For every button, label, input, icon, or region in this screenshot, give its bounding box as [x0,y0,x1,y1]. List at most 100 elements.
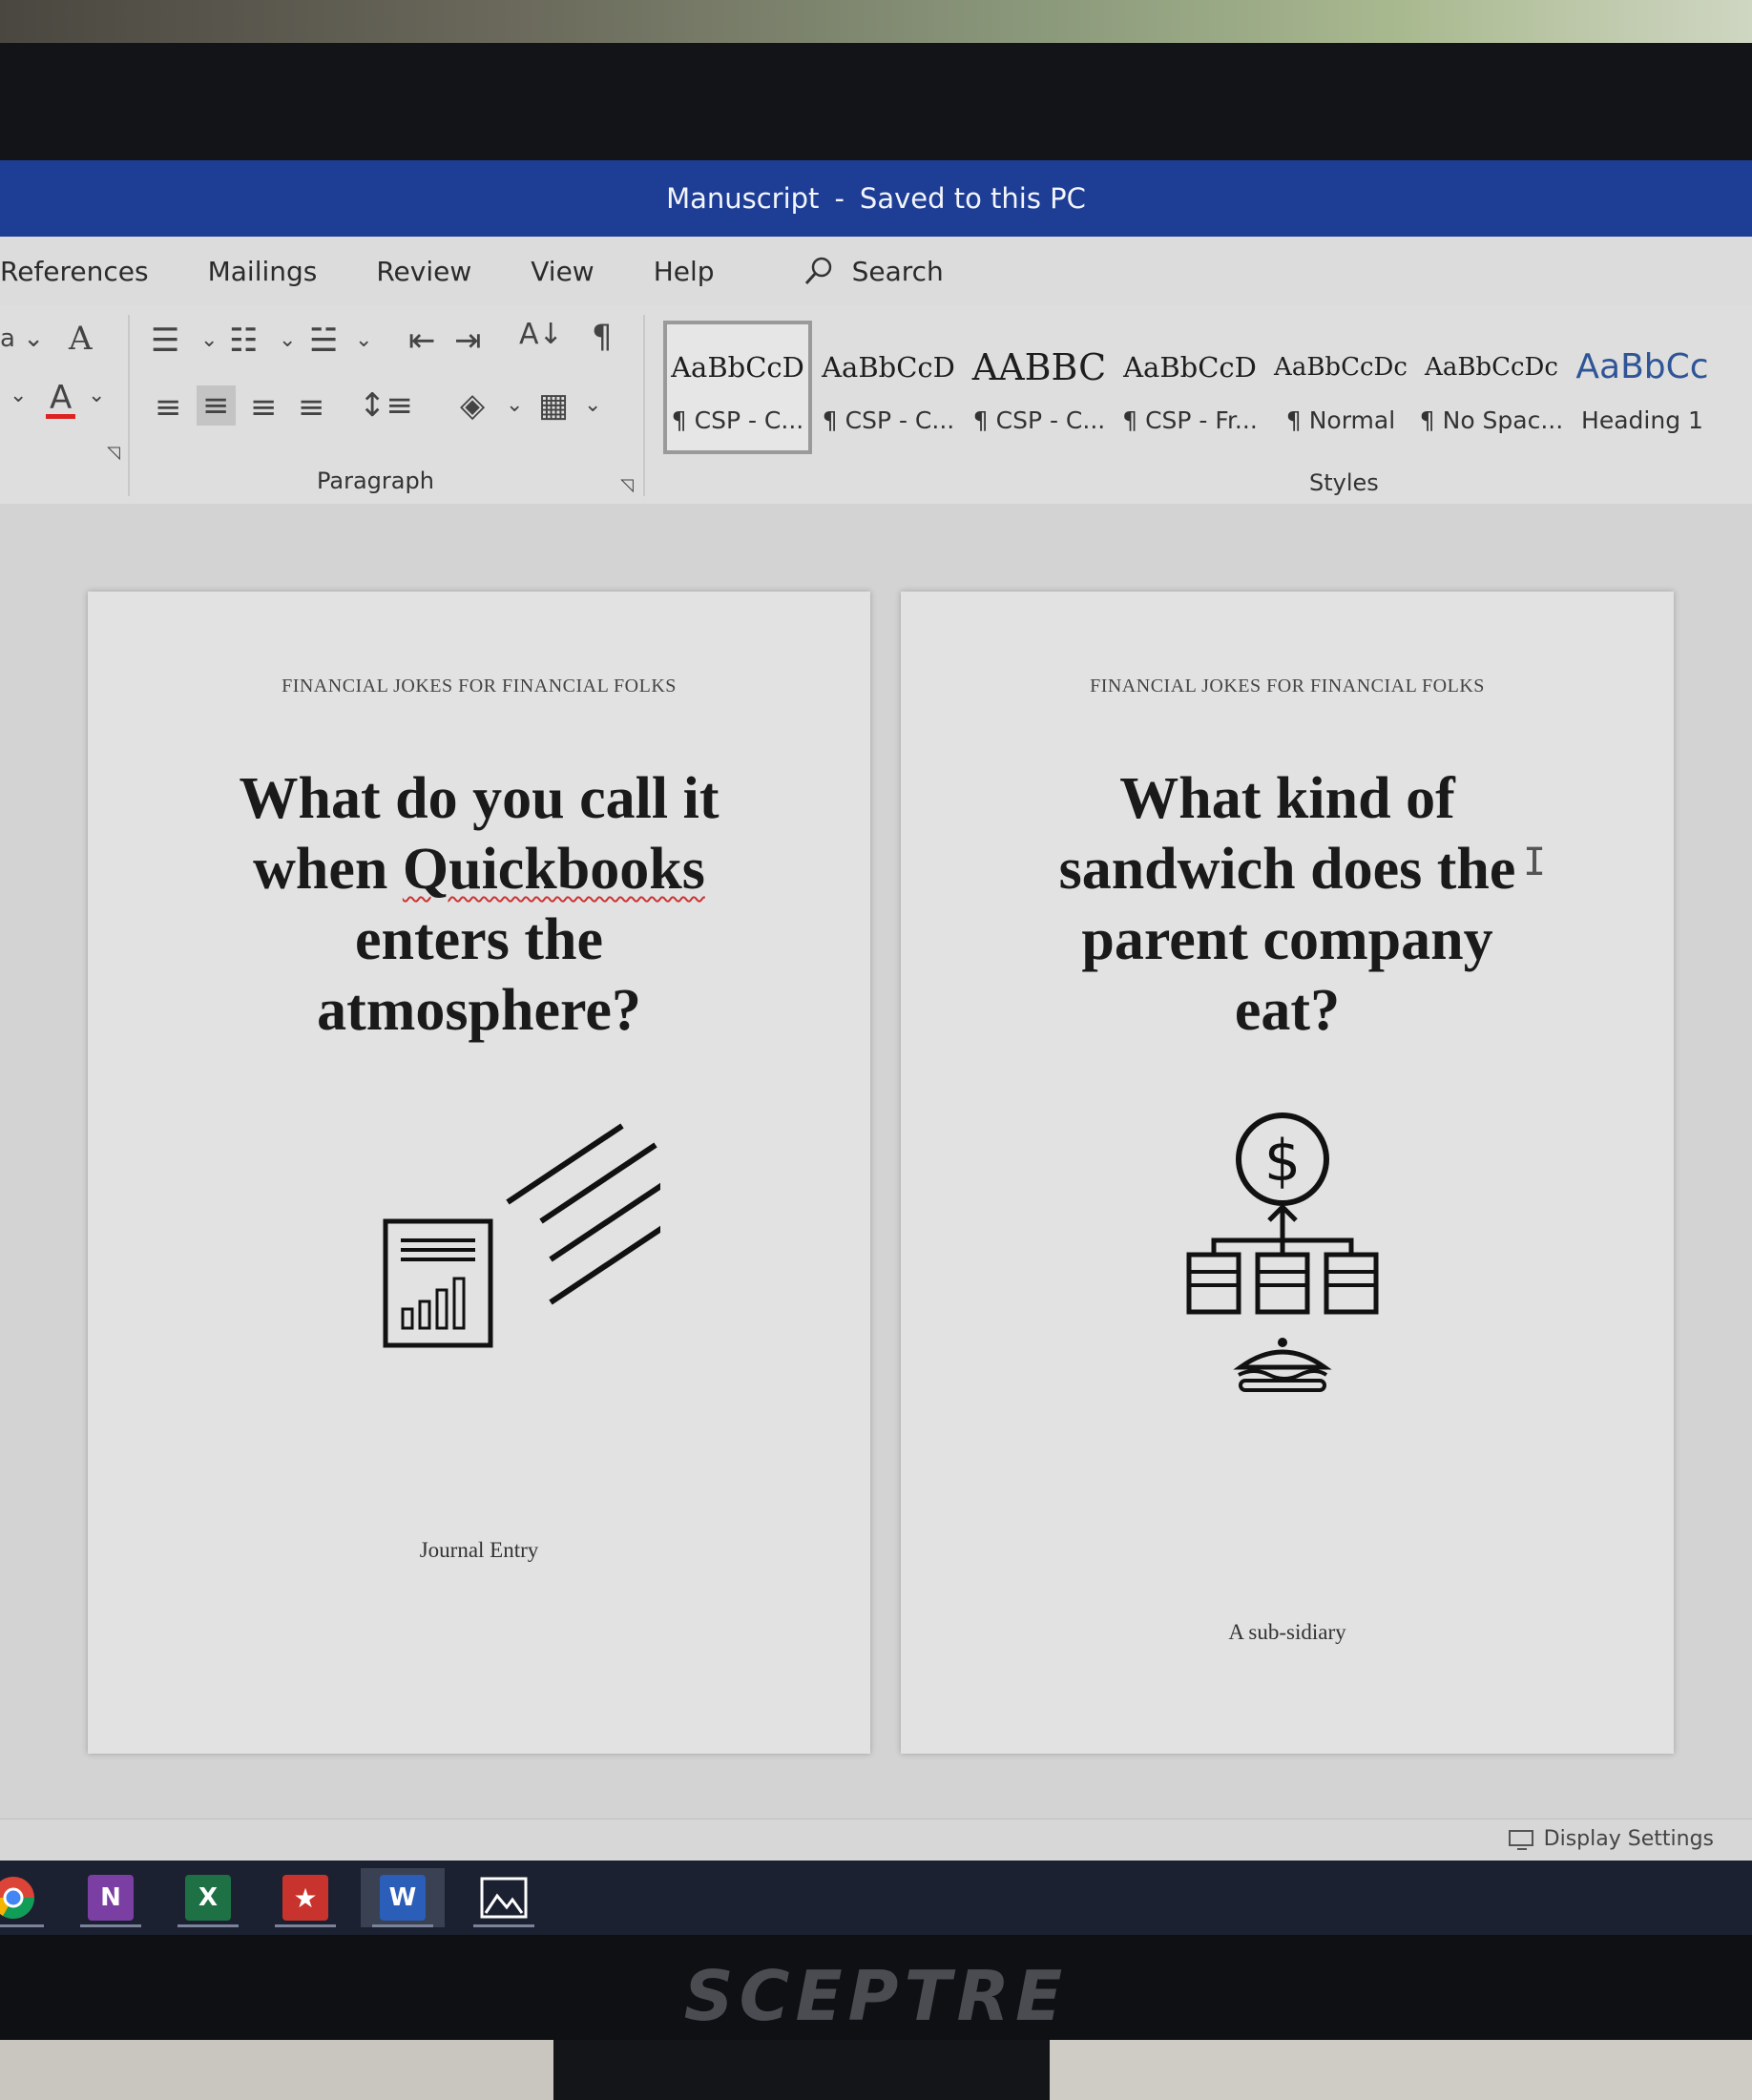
running-indicator [0,1924,44,1927]
display-settings-icon [1508,1829,1533,1850]
borders-dropdown-icon[interactable]: ⌄ [584,395,601,416]
numbering-icon[interactable]: ☷ [229,324,258,357]
search-box[interactable]: Search [803,255,944,287]
style-name: ¶ CSP - C... [972,405,1106,434]
page-1[interactable]: FINANCIAL JOKES FOR FINANCIAL FOLKS What… [88,592,870,1754]
font-size-dropdown[interactable]: a ⌄ [0,326,44,351]
document-canvas[interactable]: FINANCIAL JOKES FOR FINANCIAL FOLKS What… [0,504,1752,1861]
clear-formatting-icon[interactable]: A [69,322,93,355]
bullets-icon[interactable]: ☰ [151,324,179,357]
style-name: ¶ CSP - C... [822,405,955,434]
question-line: eat? [1234,978,1341,1043]
question-fragment: when [253,837,403,902]
onenote-icon: N [88,1875,134,1921]
shading-dropdown-icon[interactable]: ⌄ [506,395,523,416]
word-icon: W [380,1875,426,1921]
running-indicator [275,1924,336,1927]
multilevel-list-icon[interactable]: ☱ [309,324,338,357]
font-color-icon[interactable]: A [46,382,76,419]
font-color-dropdown-icon[interactable]: ⌄ [88,385,105,406]
title-separator: - [834,182,845,215]
group-label-styles: Styles [1309,469,1379,496]
display-settings-label: Display Settings [1543,1827,1714,1851]
running-indicator [177,1924,239,1927]
question-line: enters the [355,907,603,972]
numbering-dropdown-icon[interactable]: ⌄ [279,330,296,351]
style-normal[interactable]: AaBbCcDc ¶ Normal [1266,321,1415,454]
acrobat-icon: ★ [282,1875,328,1921]
style-sample: AaBbCcDc [1274,352,1408,382]
style-csp-1[interactable]: AaBbCcD ¶ CSP - C... [663,321,812,454]
paragraph-dialog-launcher-icon[interactable]: ◹ [620,477,634,494]
align-right-icon[interactable]: ≡ [250,391,278,424]
chevron-down-icon[interactable]: ⌄ [10,385,27,406]
align-center-icon[interactable]: ≡ [197,385,236,426]
bullets-dropdown-icon[interactable]: ⌄ [200,330,218,351]
style-csp-2[interactable]: AaBbCcD ¶ CSP - C... [814,321,963,454]
style-heading-1[interactable]: AaBbCc Heading 1 [1568,321,1717,454]
taskbar-word[interactable]: W [361,1868,445,1927]
multilevel-dropdown-icon[interactable]: ⌄ [355,330,372,351]
sort-icon[interactable]: A↓ [519,321,563,349]
taskbar-acrobat[interactable]: ★ [263,1868,347,1927]
taskbar-photos[interactable] [462,1868,546,1927]
style-no-spacing[interactable]: AaBbCcDc ¶ No Spac... [1417,321,1566,454]
taskbar-chrome[interactable] [0,1868,55,1927]
group-divider [643,315,645,496]
tab-help[interactable]: Help [654,256,715,287]
increase-indent-icon[interactable]: ⇥ [454,324,482,357]
spellcheck-word: Quickbooks [402,837,705,902]
chrome-icon [0,1877,34,1919]
ribbon-tab-bar: References Mailings Review View Help Sea… [0,237,1752,305]
page-header: FINANCIAL JOKES FOR FINANCIAL FOLKS [282,676,677,697]
joke-question: What do you call it when Quickbooks ente… [88,763,870,1046]
search-icon [804,257,831,285]
line-spacing-icon[interactable]: ↕≡ [359,389,413,422]
shading-icon[interactable]: ◈ [460,389,485,422]
joke-question: What kind of sandwich does the parent co… [901,763,1674,1046]
style-name: ¶ CSP - C... [671,405,804,434]
tab-review[interactable]: Review [376,256,471,287]
group-label-paragraph: Paragraph [317,468,434,494]
font-dialog-launcher-icon[interactable]: ◹ [107,445,120,462]
page-2[interactable]: FINANCIAL JOKES FOR FINANCIAL FOLKS What… [901,592,1674,1754]
display-settings-button[interactable]: Display Settings [1508,1827,1714,1851]
justify-icon[interactable]: ≡ [298,391,325,424]
photos-icon [480,1877,528,1919]
style-sample: AaBbCcD [1123,350,1257,384]
show-formatting-icon[interactable]: ¶ [592,321,613,353]
monitor-stand [553,2040,1050,2100]
joke-answer: Journal Entry [419,1538,539,1562]
decrease-indent-icon[interactable]: ⇤ [408,324,436,357]
tab-view[interactable]: View [531,256,594,287]
excel-icon: X [185,1875,231,1921]
align-left-icon[interactable]: ≡ [155,391,182,424]
title-bar: Manuscript - Saved to this PC [0,160,1752,237]
status-bar: Display Settings [0,1819,1752,1861]
style-name: ¶ No Spac... [1419,405,1564,434]
tab-mailings[interactable]: Mailings [208,256,318,287]
style-sample: AaBbCcD [822,350,955,384]
style-csp-3[interactable]: AABBC ¶ CSP - C... [965,321,1114,454]
search-label: Search [851,255,944,287]
desk-surface [1050,2040,1752,2100]
borders-icon[interactable]: ▦ [538,389,569,422]
background-window-view [0,0,1752,48]
style-name: ¶ Normal [1285,405,1396,434]
page-header: FINANCIAL JOKES FOR FINANCIAL FOLKS [1090,676,1485,697]
taskbar-excel[interactable]: X [166,1868,250,1927]
styles-gallery: AaBbCcD ¶ CSP - C... AaBbCcD ¶ CSP - C..… [663,321,1719,459]
style-sample: AaBbCcDc [1425,352,1558,382]
document-title: Manuscript [666,182,820,215]
tab-references[interactable]: References [0,256,149,287]
joke-answer: A sub-sidiary [1228,1620,1346,1644]
desk-surface [0,2040,553,2100]
group-divider [128,315,130,496]
style-sample: AaBbCc [1575,347,1709,386]
ribbon-home: a ⌄ A ⌄ A ⌄ ◹ ☰ ⌄ ☷ ⌄ ☱ ⌄ ⇤ ⇥ A↓ ¶ ≡ ≡ ≡… [0,305,1752,506]
question-line: What do you call it [239,766,720,831]
running-indicator [473,1924,534,1927]
taskbar-onenote[interactable]: N [69,1868,153,1927]
style-csp-fr[interactable]: AaBbCcD ¶ CSP - Fr... [1116,321,1264,454]
monitor-brand-logo: SCEPTRE [683,1956,1069,2036]
